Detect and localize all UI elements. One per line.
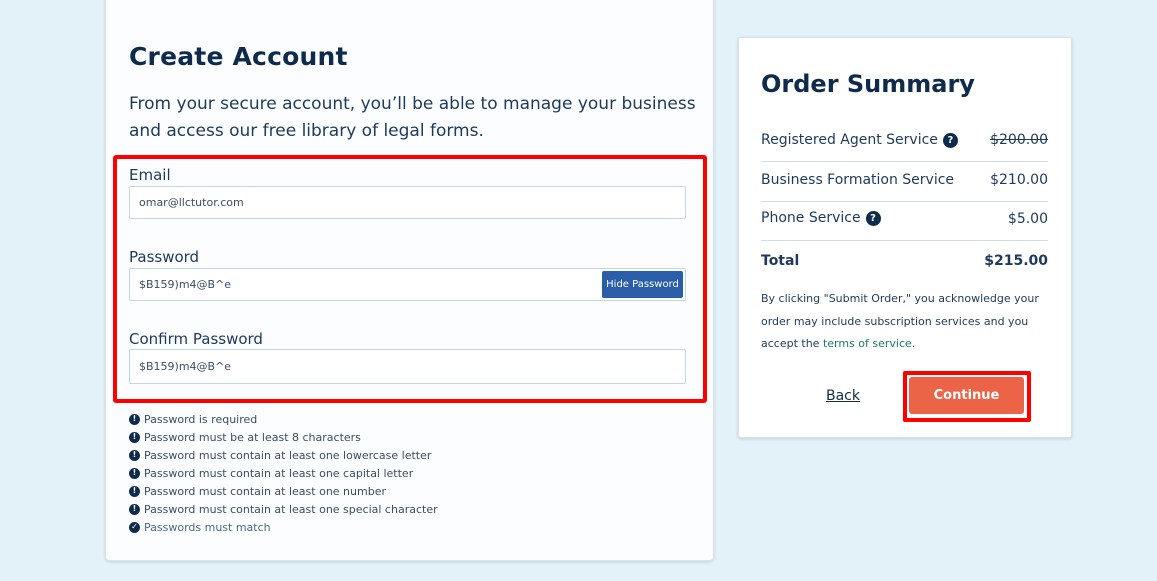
rule-item: ✓ Passwords must match xyxy=(129,518,438,536)
intro-text: From your secure account, you’ll be able… xyxy=(129,94,696,141)
email-input[interactable] xyxy=(139,187,579,218)
summary-row-registered-agent: Registered Agent Service ? $200.00 xyxy=(761,121,1048,162)
rule-item: ! Password must contain at least one numb… xyxy=(129,482,438,500)
confirm-password-label: Confirm Password xyxy=(129,330,263,348)
order-summary-title: Order Summary xyxy=(761,70,975,98)
back-link[interactable]: Back xyxy=(826,388,860,404)
rule-item: ! Password must be at least 8 characters xyxy=(129,428,438,446)
rule-item: ! Password must contain at least one spec… xyxy=(129,500,438,518)
total-price: $215.00 xyxy=(984,253,1048,269)
terms-of-service-link[interactable]: terms of service xyxy=(823,337,912,350)
rule-item: ! Password is required xyxy=(129,410,438,428)
summary-row-total: Total $215.00 xyxy=(761,253,1048,269)
password-input[interactable] xyxy=(139,269,579,300)
business-formation-price: $210.00 xyxy=(990,172,1048,188)
question-icon[interactable]: ? xyxy=(942,132,958,148)
rule-item: ! Password must contain at least one lowe… xyxy=(129,446,438,464)
page-title: Create Account xyxy=(129,42,348,71)
rule-item: ! Password must contain at least one capi… xyxy=(129,464,438,482)
exclamation-circle-icon: ! xyxy=(129,467,140,479)
question-icon[interactable]: ? xyxy=(865,210,881,226)
email-label: Email xyxy=(129,166,171,184)
continue-button[interactable]: Continue xyxy=(909,377,1024,414)
email-field-wrapper xyxy=(129,186,686,219)
exclamation-circle-icon: ! xyxy=(129,485,140,497)
exclamation-circle-icon: ! xyxy=(129,503,140,515)
exclamation-circle-icon: ! xyxy=(129,431,140,443)
exclamation-circle-icon: ! xyxy=(129,413,140,425)
check-circle-icon: ✓ xyxy=(129,521,140,533)
password-label: Password xyxy=(129,248,200,266)
password-field-wrapper: Hide Password xyxy=(129,268,686,301)
registered-agent-price: $200.00 xyxy=(990,132,1048,148)
order-disclaimer: By clicking "Submit Order," you acknowle… xyxy=(761,292,1039,350)
hide-password-button[interactable]: Hide Password xyxy=(602,271,683,298)
phone-service-price: $5.00 xyxy=(1007,211,1048,227)
confirm-password-field-wrapper xyxy=(129,349,686,384)
confirm-password-input[interactable] xyxy=(139,350,579,383)
exclamation-circle-icon: ! xyxy=(129,449,140,461)
summary-row-business-formation: Business Formation Service $210.00 xyxy=(761,161,1048,202)
summary-row-phone-service: Phone Service ? $5.00 xyxy=(761,200,1048,241)
password-rules-list: ! Password is required ! Password must be … xyxy=(129,410,438,536)
